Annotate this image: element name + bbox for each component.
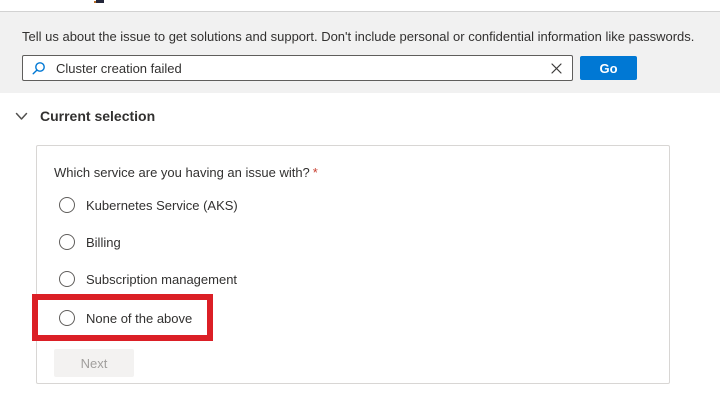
- radio-option-label: Subscription management: [86, 271, 238, 287]
- intro-text: Tell us about the issue to get solutions…: [22, 29, 695, 44]
- chevron-down-icon: [15, 112, 28, 120]
- question-label: Which service are you having an issue wi…: [54, 165, 318, 180]
- section-title: Current selection: [40, 108, 156, 124]
- radio-button[interactable]: [59, 271, 75, 287]
- radio-button[interactable]: [59, 197, 75, 213]
- issue-search-box: [22, 55, 573, 81]
- service-question-card: Which service are you having an issue wi…: [36, 145, 670, 384]
- support-page: Tell us about the issue to get solutions…: [0, 0, 720, 416]
- current-selection-header[interactable]: Current selection: [14, 106, 155, 126]
- next-button[interactable]: Next: [54, 349, 134, 377]
- radio-button[interactable]: [59, 234, 75, 250]
- issue-search-input[interactable]: [56, 60, 549, 76]
- go-button[interactable]: Go: [580, 56, 637, 80]
- search-icon: [32, 61, 45, 75]
- radio-option-label: Billing: [86, 234, 121, 250]
- clipped-heading-fragment: [96, 0, 104, 3]
- radio-option-none-of-the-above[interactable]: None of the above: [59, 309, 192, 327]
- question-text: Which service are you having an issue wi…: [54, 165, 310, 180]
- radio-option-label: Kubernetes Service (AKS): [86, 197, 238, 213]
- radio-option-label: None of the above: [86, 310, 193, 326]
- radio-option-subscription-management[interactable]: Subscription management: [59, 270, 237, 288]
- radio-option-billing[interactable]: Billing: [59, 233, 121, 251]
- clear-icon[interactable]: [549, 61, 564, 76]
- radio-button[interactable]: [59, 310, 75, 326]
- radio-option-kubernetes-service[interactable]: Kubernetes Service (AKS): [59, 196, 238, 214]
- required-marker: *: [312, 165, 318, 180]
